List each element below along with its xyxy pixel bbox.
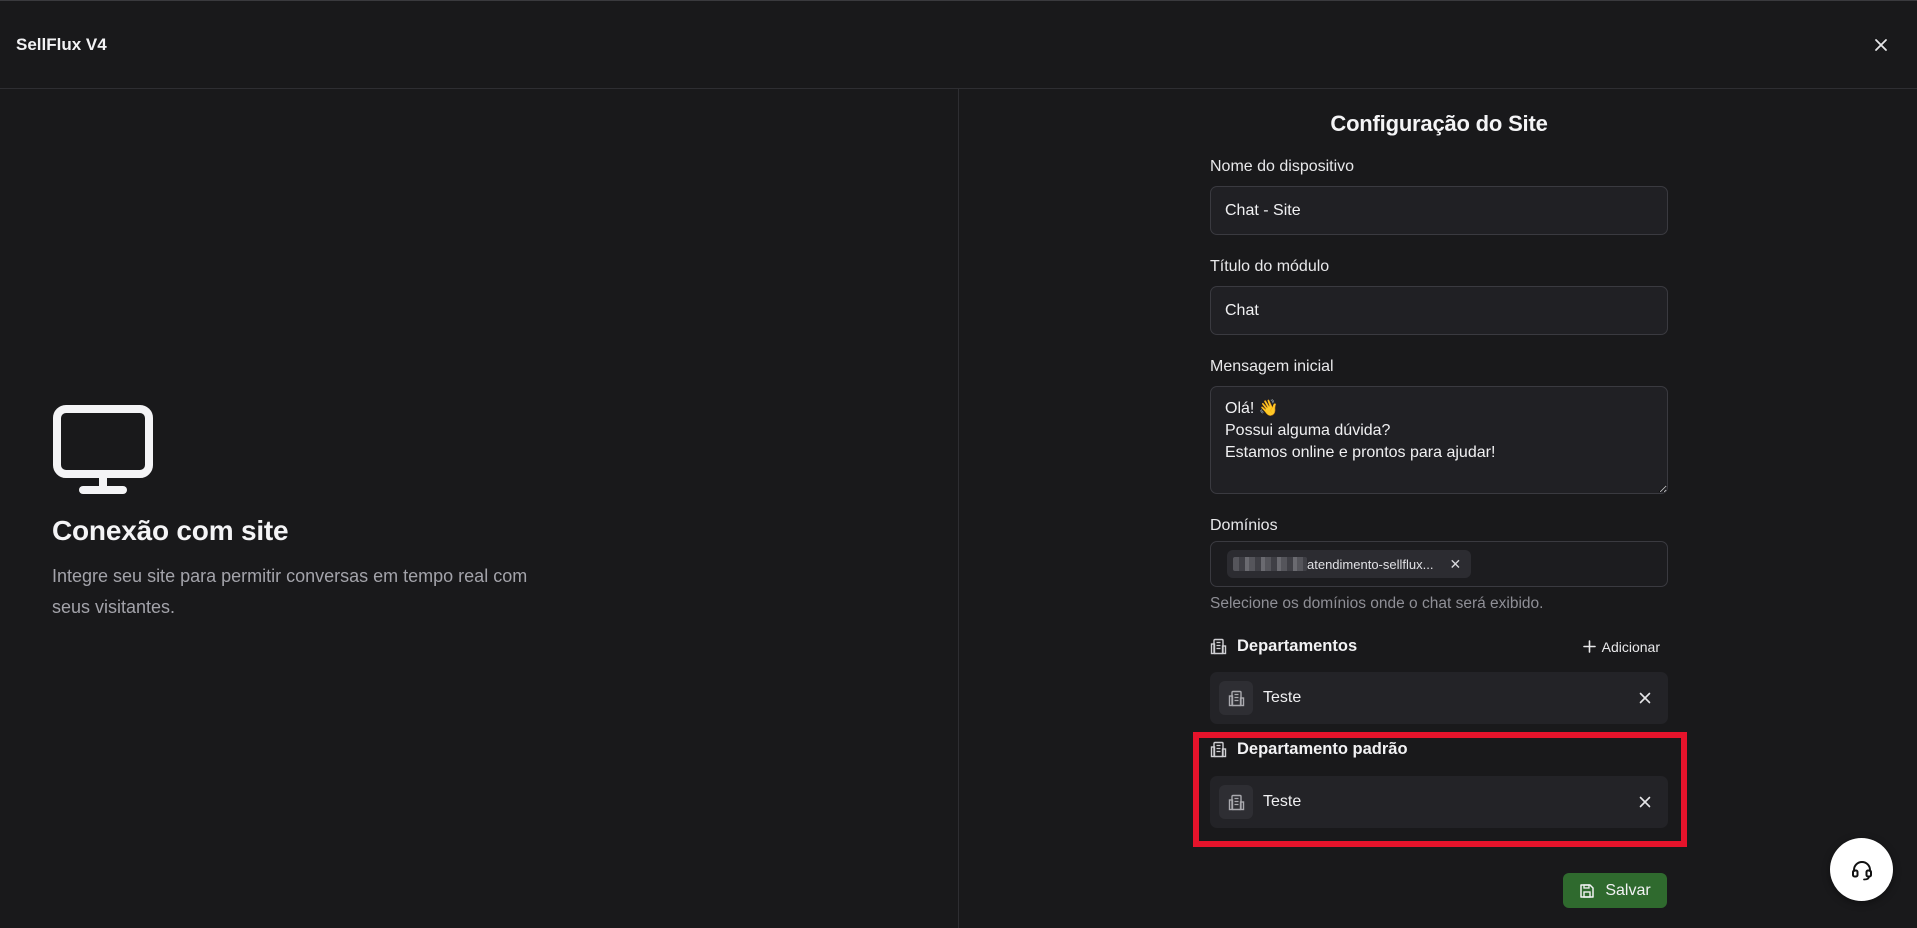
department-name: Teste — [1263, 689, 1302, 706]
close-icon — [1639, 796, 1651, 808]
close-icon — [1639, 692, 1651, 704]
save-button[interactable]: Salvar — [1563, 873, 1667, 908]
default-department-header: Departamento padrão — [1210, 740, 1408, 759]
app-title: SellFlux V4 — [16, 34, 107, 54]
close-icon — [1875, 38, 1887, 51]
top-bar: SellFlux V4 — [0, 0, 1917, 89]
initial-message-field: Mensagem inicial Olá! 👋 Possui alguma dú… — [1210, 358, 1668, 499]
site-config-form: Configuração do Site Nome do dispositivo… — [1210, 89, 1668, 724]
device-name-field: Nome do dispositivo — [1210, 158, 1668, 235]
building-icon — [1210, 741, 1227, 758]
headset-icon — [1851, 860, 1872, 880]
intro-description: Integre seu site para permitir conversas… — [52, 566, 528, 617]
departments-header: Departamentos Adicionar — [1210, 637, 1668, 656]
add-department-button[interactable]: Adicionar — [1582, 638, 1660, 655]
save-label: Salvar — [1605, 881, 1651, 899]
close-button[interactable] — [1865, 29, 1897, 61]
support-chat-button[interactable] — [1830, 838, 1893, 901]
remove-default-department-button[interactable] — [1631, 788, 1659, 816]
plus-icon — [1582, 640, 1596, 653]
building-icon — [1228, 690, 1244, 706]
form-title: Configuração do Site — [1330, 111, 1548, 136]
department-icon-box — [1219, 785, 1253, 819]
device-name-label: Nome do dispositivo — [1210, 158, 1355, 175]
redacted-domain-prefix — [1233, 557, 1307, 571]
domains-field: Domínios atendimento-sellflux... ✕ Selec… — [1210, 517, 1668, 613]
departments-title: Departamentos — [1237, 637, 1358, 655]
domains-helper-text: Selecione os domínios onde o chat será e… — [1210, 595, 1544, 612]
initial-message-label: Mensagem inicial — [1210, 358, 1334, 375]
initial-message-textarea[interactable]: Olá! 👋 Possui alguma dúvida? Estamos onl… — [1210, 386, 1668, 494]
default-department-item: Teste — [1210, 776, 1668, 828]
module-title-input[interactable] — [1210, 286, 1668, 335]
department-item-info: Teste — [1219, 681, 1301, 715]
department-item: Teste — [1210, 672, 1668, 724]
building-icon — [1210, 638, 1227, 655]
module-title-label: Título do módulo — [1210, 258, 1330, 275]
department-icon-box — [1219, 681, 1253, 715]
floppy-disk-icon — [1580, 883, 1595, 898]
module-title-field: Título do módulo — [1210, 258, 1668, 335]
domains-select[interactable]: atendimento-sellflux... ✕ — [1210, 541, 1668, 587]
building-icon — [1228, 794, 1244, 810]
intro-panel: Conexão com site Integre seu site para p… — [52, 404, 572, 623]
domains-label: Domínios — [1210, 517, 1278, 534]
default-department-name: Teste — [1263, 793, 1302, 810]
device-name-input[interactable] — [1210, 186, 1668, 235]
add-department-label: Adicionar — [1601, 638, 1660, 655]
domain-chip: atendimento-sellflux... ✕ — [1227, 550, 1472, 578]
default-department-info: Teste — [1219, 785, 1301, 819]
default-department-title: Departamento padrão — [1237, 740, 1408, 758]
domain-chip-remove-icon[interactable]: ✕ — [1449, 556, 1461, 573]
intro-title: Conexão com site — [52, 515, 289, 546]
domain-chip-text: atendimento-sellflux... — [1307, 556, 1434, 572]
monitor-icon — [53, 405, 153, 494]
remove-department-button[interactable] — [1631, 684, 1659, 712]
departments-title-wrap: Departamentos — [1210, 637, 1357, 656]
panel-divider — [958, 89, 959, 928]
